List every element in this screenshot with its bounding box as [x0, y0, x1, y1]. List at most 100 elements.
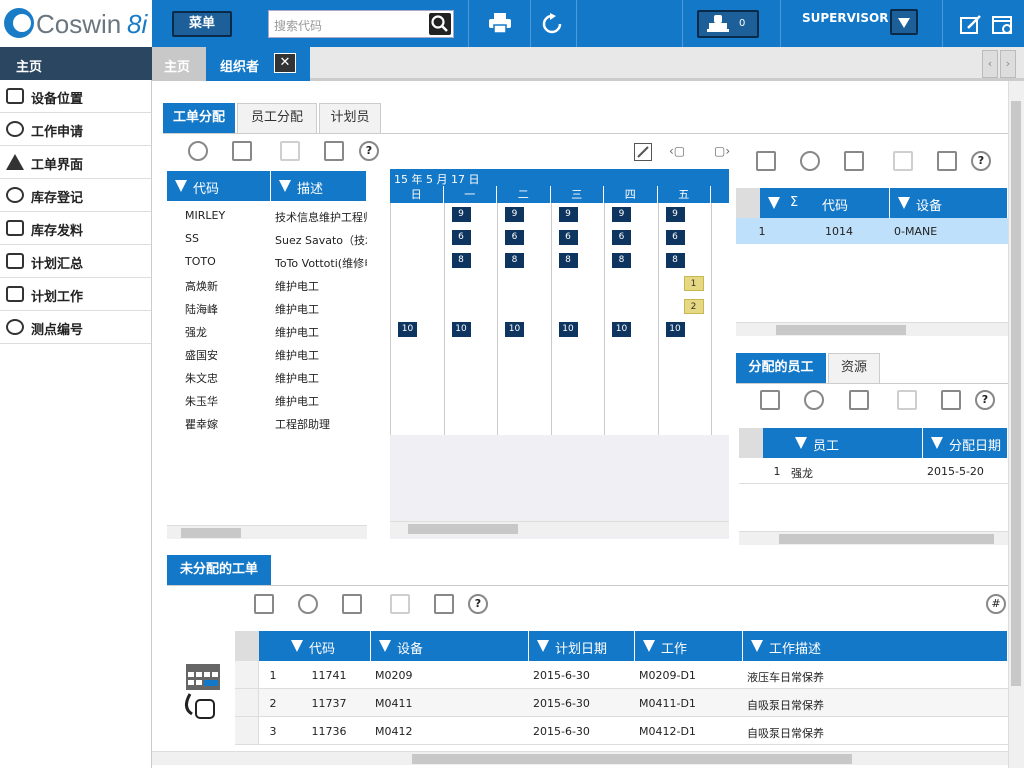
column-job-description[interactable]: 工作描述	[743, 631, 1008, 661]
database-search-icon[interactable]	[324, 141, 344, 161]
user-dropdown-button[interactable]	[890, 9, 918, 35]
assign-icon[interactable]	[760, 390, 780, 410]
table-row[interactable]: 强龙 维护电工	[167, 319, 367, 342]
schedule-block[interactable]: 8	[558, 253, 578, 268]
user-name[interactable]: SUPERVISOR	[802, 11, 888, 25]
column-plan-date[interactable]: 计划日期	[529, 631, 635, 661]
tab-organizer[interactable]: 组织者 ✕	[206, 47, 310, 81]
refresh-icon[interactable]	[541, 13, 563, 38]
column-employee[interactable]: 员工	[787, 428, 923, 458]
excel-export-icon[interactable]	[941, 390, 961, 410]
schedule-block[interactable]: 6	[451, 230, 471, 245]
excel-export-icon[interactable]	[937, 151, 957, 171]
tab-home[interactable]: 主页	[152, 47, 206, 81]
horizontal-scrollbar[interactable]	[736, 322, 1008, 336]
assign-icon[interactable]	[756, 151, 776, 171]
schedule-block[interactable]: 10	[398, 322, 417, 337]
help-icon[interactable]: ?	[971, 151, 991, 171]
table-row[interactable]: TOTO ToTo Vottoti(维修电工	[167, 250, 367, 273]
schedule-block[interactable]: 6	[612, 230, 631, 245]
chevron-left-icon[interactable]: ‹	[982, 50, 998, 78]
filter-add-icon[interactable]	[844, 151, 864, 171]
schedule-block[interactable]: 10	[505, 322, 524, 337]
assign-icon[interactable]	[254, 594, 274, 614]
chevron-right-icon[interactable]: ›	[1000, 50, 1016, 78]
sidebar-home[interactable]: 主页	[0, 47, 152, 80]
tab-assigned-staff[interactable]: 分配的员工	[736, 353, 826, 383]
schedule-block[interactable]: 9	[451, 207, 471, 222]
column-code[interactable]: 代码	[167, 171, 271, 201]
schedule-block[interactable]: 6	[665, 230, 685, 245]
refresh-icon[interactable]	[188, 141, 208, 161]
prev-week-icon[interactable]: ‹▢	[669, 144, 685, 158]
sidebar-item-work-order[interactable]: 工单界面	[0, 146, 151, 179]
refresh-icon[interactable]	[804, 390, 824, 410]
search-input[interactable]: 搜索代码	[268, 10, 454, 38]
column-description[interactable]: 描述	[271, 171, 367, 201]
schedule-block-pending[interactable]: 2	[683, 299, 704, 314]
schedule-block-pending[interactable]: 1	[683, 276, 704, 291]
schedule-block[interactable]: 10	[451, 322, 471, 337]
vertical-scrollbar[interactable]	[1008, 81, 1024, 768]
schedule-block[interactable]: 8	[665, 253, 685, 268]
help-icon[interactable]: ?	[468, 594, 488, 614]
messages-button[interactable]: 0	[697, 10, 759, 38]
close-icon[interactable]: ✕	[274, 53, 296, 73]
sidebar-item-plan-summary[interactable]: 计划汇总	[0, 245, 151, 278]
schedule-block[interactable]: 10	[665, 322, 685, 337]
schedule-block[interactable]: 9	[558, 207, 578, 222]
sidebar-item-stock-register[interactable]: 库存登记	[0, 179, 151, 212]
sidebar-item-meter-point[interactable]: 测点编号	[0, 311, 151, 344]
window-edit-icon[interactable]	[960, 15, 982, 38]
schedule-block[interactable]: 8	[451, 253, 471, 268]
table-row[interactable]: 1 11741 M0209 2015-6-30 M0209-D1 液压车日常保养	[235, 661, 1008, 689]
filter-remove-icon[interactable]	[897, 390, 917, 410]
next-week-icon[interactable]: ▢›	[714, 144, 730, 158]
table-row[interactable]: 1 1014 0-MANE	[736, 218, 1008, 244]
help-icon[interactable]: ?	[975, 390, 995, 410]
table-row[interactable]: 盛国安 维护电工	[167, 342, 367, 365]
filter-add-icon[interactable]	[232, 141, 252, 161]
tab-resources[interactable]: 资源	[828, 353, 880, 383]
column-equipment[interactable]: 设备	[371, 631, 529, 661]
horizontal-scrollbar[interactable]	[390, 521, 729, 535]
menu-button[interactable]: 菜单	[172, 11, 232, 37]
filter-remove-icon[interactable]	[893, 151, 913, 171]
schedule-block[interactable]: 9	[505, 207, 524, 222]
sidebar-item-equipment-location[interactable]: 设备位置	[0, 80, 151, 113]
schedule-block[interactable]: 10	[612, 322, 631, 337]
filter-add-icon[interactable]	[849, 390, 869, 410]
table-row[interactable]: SS Suez Savato（技术	[167, 227, 367, 250]
schedule-block[interactable]: 6	[558, 230, 578, 245]
expand-icon[interactable]	[633, 142, 653, 164]
sidebar-item-planned-work[interactable]: 计划工作	[0, 278, 151, 311]
tab-employee-assign[interactable]: 员工分配	[237, 103, 317, 133]
table-row[interactable]: 瞿幸嫁 工程部助理	[167, 411, 367, 434]
column-assign-date[interactable]: 分配日期	[923, 428, 1008, 458]
column-code[interactable]: Σ 代码	[760, 188, 890, 218]
sidebar-item-stock-issue[interactable]: 库存发料	[0, 212, 151, 245]
refresh-icon[interactable]	[800, 151, 820, 171]
column-equipment[interactable]: 设备	[890, 188, 1008, 218]
filter-remove-icon[interactable]	[280, 141, 300, 161]
column-code[interactable]: 代码	[283, 631, 371, 661]
excel-export-icon[interactable]	[434, 594, 454, 614]
help-icon[interactable]: ?	[359, 141, 379, 161]
schedule-block[interactable]: 10	[558, 322, 578, 337]
schedule-block[interactable]: 6	[505, 230, 524, 245]
table-row[interactable]: 3 11736 M0412 2015-6-30 M0412-D1 自吸泵日常保养	[235, 717, 1008, 745]
schedule-block[interactable]: 8	[612, 253, 631, 268]
filter-add-icon[interactable]	[342, 594, 362, 614]
table-row[interactable]: 朱玉华 维护电工	[167, 388, 367, 411]
print-icon[interactable]	[489, 13, 511, 36]
horizontal-scrollbar[interactable]	[167, 525, 367, 539]
search-icon[interactable]	[429, 13, 451, 35]
table-row[interactable]: 陆海峰 维护电工	[167, 296, 367, 319]
table-row[interactable]: 朱文忠 维护电工	[167, 365, 367, 388]
horizontal-scrollbar[interactable]	[739, 531, 1008, 545]
table-row[interactable]: 1 强龙 2015-5-20	[739, 458, 1008, 484]
table-row[interactable]: MIRLEY 技术信息维护工程师	[167, 204, 367, 227]
tab-work-order-assign[interactable]: 工单分配	[163, 103, 235, 133]
filter-remove-icon[interactable]	[390, 594, 410, 614]
window-settings-icon[interactable]	[992, 15, 1014, 38]
